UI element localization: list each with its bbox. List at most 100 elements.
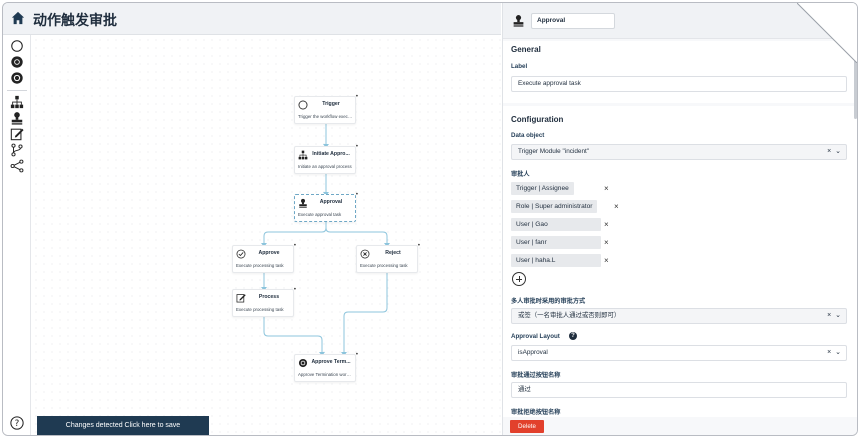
multi-approval-value: 或签（一名审批人通过或否则即可） <box>518 312 621 319</box>
node-title: Reject <box>385 250 401 256</box>
remove-approver-icon[interactable]: × <box>604 254 609 267</box>
share-icon <box>10 159 24 173</box>
node-menu-dot[interactable]: • <box>356 352 358 358</box>
node-title: Initiate Appro... <box>312 151 350 157</box>
select-controls: × ⌄ <box>827 309 842 323</box>
approval-layout-label: Approval Layout <box>511 333 560 340</box>
approver-chip: User | fanr <box>511 236 601 249</box>
node-process[interactable]: Process Execute processing task • <box>232 287 296 317</box>
node-description: Execute processing task <box>360 263 408 268</box>
help-icon[interactable]: ? <box>10 416 24 430</box>
node-description: Execute approval task <box>298 212 342 217</box>
help-icon[interactable]: ? <box>569 332 577 340</box>
remove-approver-icon[interactable]: × <box>604 218 609 231</box>
node-toolbar: ? <box>3 35 31 435</box>
chevron-down-icon[interactable]: ⌄ <box>835 148 842 155</box>
circle-filled-icon <box>298 358 308 368</box>
remove-approver-icon[interactable]: × <box>604 182 609 195</box>
hierarchy-icon <box>10 95 24 109</box>
home-icon[interactable] <box>11 11 25 25</box>
section-title: General <box>511 45 541 54</box>
approver-chip: User | Gao <box>511 218 601 231</box>
section-title: Configuration <box>511 115 564 124</box>
terminate-event-tool[interactable] <box>9 70 25 86</box>
approvers-label: 审批人 <box>511 171 530 178</box>
node-name-input[interactable]: Approval <box>531 13 615 29</box>
chevron-down-icon[interactable]: ⌄ <box>835 349 842 356</box>
node-title: Approve <box>258 250 280 256</box>
label-input[interactable]: Execute approval task <box>511 76 847 92</box>
gateway-tool[interactable] <box>9 158 25 174</box>
hierarchy-icon <box>298 150 308 160</box>
multi-approval-label: 多人审批时采用的审批方式 <box>511 298 586 305</box>
clear-icon[interactable]: × <box>827 148 832 155</box>
node-approval[interactable]: Approval Execute approval task • <box>294 192 358 222</box>
clear-icon[interactable]: × <box>827 312 832 319</box>
node-title: Approve Term... <box>311 359 351 365</box>
data-object-select[interactable]: Trigger Module "incident" × ⌄ <box>511 144 847 160</box>
pass-button-name-input[interactable]: 通过 <box>511 382 847 398</box>
approval-stamp-icon <box>513 15 524 27</box>
configuration-section: Configuration Data object Trigger Module… <box>503 106 857 417</box>
approval-tool[interactable] <box>9 110 25 126</box>
node-menu-dot[interactable]: • <box>356 144 358 150</box>
node-menu-dot[interactable]: • <box>356 192 358 198</box>
node-title: Process <box>258 294 280 300</box>
approval-layout-select[interactable]: isApproval × ⌄ <box>511 345 847 361</box>
workflow-canvas[interactable]: Trigger Trigger the workflow execu... • … <box>32 36 501 435</box>
node-description: Approve Termination workf... <box>298 372 353 377</box>
select-controls: × ⌄ <box>827 346 842 360</box>
node-reject[interactable]: Reject Execute processing task • <box>356 243 420 273</box>
edit-icon <box>10 128 24 141</box>
workflow-edges <box>261 124 390 356</box>
approval-stamp-icon <box>299 198 307 208</box>
remove-approver-icon[interactable]: × <box>604 236 609 249</box>
toolbar-divider <box>7 90 27 91</box>
node-initiate-approval[interactable]: Initiate Appro... Initiate an approval p… <box>294 144 358 174</box>
page-title: 动作触发审批 <box>33 12 117 28</box>
node-description: Execute processing task <box>236 307 284 312</box>
edit-icon <box>236 294 246 303</box>
edge-reject-terminate <box>343 271 388 354</box>
chevron-down-icon[interactable]: ⌄ <box>835 312 842 319</box>
data-object-label: Data object <box>511 132 545 139</box>
remove-approver-icon[interactable]: × <box>614 200 619 213</box>
page-corner-fold <box>797 3 857 63</box>
node-menu-dot[interactable]: • <box>418 243 420 249</box>
process-tool[interactable] <box>9 126 25 142</box>
multi-approval-select[interactable]: 或签（一名审批人通过或否则即可） × ⌄ <box>511 308 847 324</box>
node-title: Approval <box>319 199 343 205</box>
node-description: Trigger the workflow execu... <box>298 114 353 119</box>
header-bar: 动作触发审批 <box>3 3 501 35</box>
add-approver-button[interactable] <box>512 272 526 286</box>
reject-button-name-label: 审批拒绝按钮名称 <box>511 409 561 416</box>
circle-ring-icon <box>11 72 23 84</box>
node-menu-dot[interactable]: • <box>356 94 358 100</box>
approval-layout-value: isApproval <box>518 349 548 356</box>
end-event-tool[interactable] <box>9 54 25 70</box>
app-window: 动作触发审批 ? Trigger Trigger the workflow ex… <box>2 2 858 436</box>
branch-icon <box>11 143 23 157</box>
approver-chip: Role | Super administrator <box>511 200 598 213</box>
svg-text:?: ? <box>15 419 20 429</box>
node-approve[interactable]: Approve Execute processing task • <box>232 243 296 273</box>
clear-icon[interactable]: × <box>827 349 832 356</box>
edge-approval-reject <box>325 220 388 245</box>
approval-stamp-icon <box>11 112 23 125</box>
delete-button[interactable]: Delete <box>510 420 544 433</box>
circle-empty-icon <box>11 40 23 52</box>
save-changes-button[interactable]: Changes detected Click here to save <box>37 416 209 435</box>
approver-chip: Trigger | Assignee <box>511 182 574 195</box>
circle-empty-icon <box>298 100 308 110</box>
hierarchy-tool[interactable] <box>9 94 25 110</box>
label-field-label: Label <box>511 63 528 70</box>
branch-tool[interactable] <box>9 142 25 158</box>
node-menu-dot[interactable]: • <box>294 243 296 249</box>
node-menu-dot[interactable]: • <box>294 287 296 293</box>
edge-approval-approve <box>263 220 327 245</box>
node-approve-termination[interactable]: Approve Term... Approve Termination work… <box>294 352 358 382</box>
approver-chip: User | haha.L <box>511 254 601 267</box>
node-trigger[interactable]: Trigger Trigger the workflow execu... • <box>294 94 358 124</box>
start-event-tool[interactable] <box>9 38 25 54</box>
select-controls: × ⌄ <box>827 145 842 159</box>
